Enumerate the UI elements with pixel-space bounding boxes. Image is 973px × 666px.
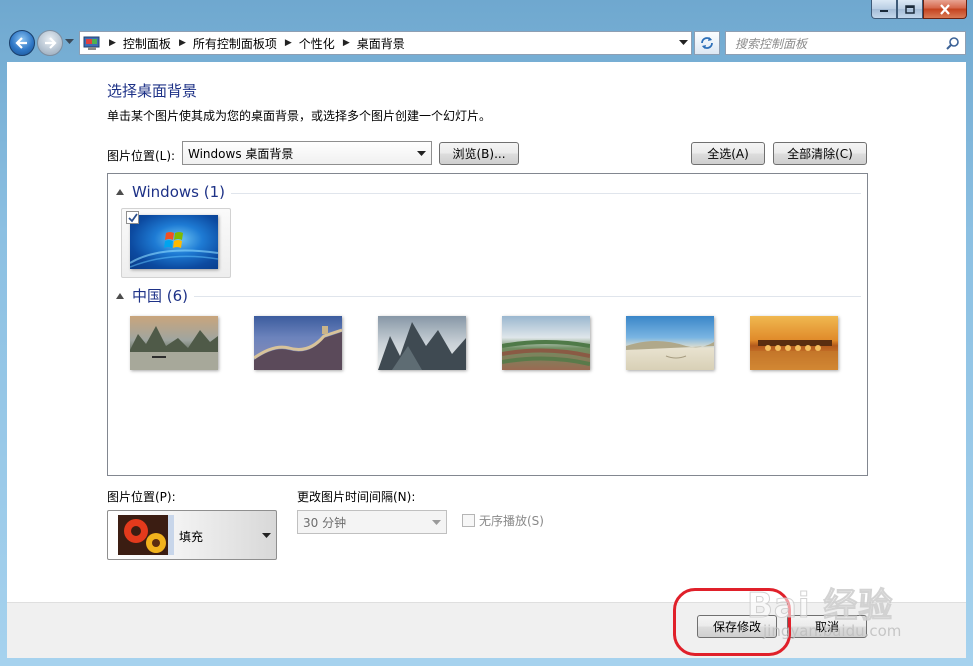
wallpaper-thumbnail-arch-bridge[interactable]	[750, 316, 838, 370]
wallpaper-thumbnail-great-wall[interactable]	[254, 316, 342, 370]
wallpaper-thumbnail-rice-terraces[interactable]	[502, 316, 590, 370]
wallpaper-thumbnail-sand-dunes[interactable]	[626, 316, 714, 370]
arch-bridge-image	[750, 340, 838, 370]
breadcrumb-separator-icon: ▶	[109, 38, 116, 48]
collapse-triangle-icon[interactable]	[116, 189, 124, 195]
back-button[interactable]	[9, 30, 35, 56]
great-wall-image	[254, 326, 342, 370]
picture-location-value: Windows 桌面背景	[188, 146, 294, 161]
group-header-windows[interactable]: Windows (1)	[116, 183, 861, 201]
group-name: 中国 (6)	[132, 287, 189, 305]
main-content: 选择桌面背景 单击某个图片使其成为您的桌面背景，或选择多个图片创建一个幻灯片。 …	[7, 62, 966, 602]
recent-pages-dropdown-icon[interactable]	[65, 39, 74, 45]
karst-river-image	[130, 326, 218, 370]
close-icon	[940, 3, 950, 15]
search-input[interactable]: 搜索控制面板	[725, 31, 966, 55]
checkmark-icon	[127, 212, 138, 222]
cancel-button[interactable]: 取消	[787, 615, 867, 638]
forward-button[interactable]	[37, 30, 63, 56]
group-divider	[194, 296, 861, 297]
maximize-icon	[905, 4, 915, 14]
page-description: 单击某个图片使其成为您的桌面背景，或选择多个图片创建一个幻灯片。	[107, 109, 492, 123]
wallpaper-thumbnail-misty-mountain[interactable]	[378, 316, 466, 370]
windows-7-wallpaper-image	[130, 215, 218, 269]
minimize-button[interactable]	[871, 0, 897, 19]
picture-location-label: 图片位置(L):	[107, 149, 176, 163]
group-divider	[230, 192, 861, 194]
picture-position-value: 填充	[179, 530, 204, 544]
rice-terraces-image	[502, 340, 590, 366]
back-arrow-icon	[15, 37, 27, 49]
breadcrumb-desktop-background[interactable]: 桌面背景	[357, 35, 405, 52]
highlight-annotation	[673, 588, 791, 656]
breadcrumb-all-items[interactable]: 所有控制面板项	[193, 35, 277, 52]
interval-select[interactable]: 30 分钟	[297, 510, 447, 534]
chevron-down-icon	[417, 151, 426, 156]
title-bar	[0, 0, 973, 26]
shuffle-label: 无序播放(S)	[479, 514, 544, 528]
refresh-icon	[701, 37, 713, 49]
wallpaper-gallery[interactable]: Windows (1) 中国 (6)	[107, 173, 868, 476]
minimize-icon	[880, 10, 888, 12]
breadcrumb-separator-icon[interactable]: ▶	[343, 38, 350, 48]
flower-preview-image	[118, 515, 174, 555]
breadcrumb-separator-icon[interactable]: ▶	[179, 38, 186, 48]
search-placeholder: 搜索控制面板	[735, 36, 808, 51]
clear-all-button[interactable]: 全部清除(C)	[773, 142, 867, 165]
close-button[interactable]	[923, 0, 967, 19]
windows-logo-icon	[130, 232, 218, 268]
control-panel-icon	[83, 36, 100, 50]
misty-mountain-image	[378, 322, 466, 370]
maximize-button[interactable]	[897, 0, 923, 19]
interval-value: 30 分钟	[303, 515, 347, 530]
select-all-button[interactable]: 全选(A)	[691, 142, 765, 165]
breadcrumb-control-panel[interactable]: 控制面板	[123, 35, 171, 52]
address-dropdown-icon[interactable]	[679, 40, 688, 46]
group-header-china[interactable]: 中国 (6)	[116, 285, 861, 306]
picture-position-label: 图片位置(P):	[107, 490, 176, 504]
browse-button[interactable]: 浏览(B)...	[439, 142, 519, 165]
breadcrumb-personalization[interactable]: 个性化	[299, 35, 335, 52]
shuffle-option[interactable]: 无序播放(S)	[462, 512, 544, 529]
wallpaper-thumbnail-windows7[interactable]	[121, 208, 231, 278]
chevron-down-icon	[262, 533, 271, 538]
picture-location-select[interactable]: Windows 桌面背景	[182, 141, 432, 165]
page-title: 选择桌面背景	[107, 82, 198, 100]
footer-bar: 保存修改 取消	[7, 602, 966, 658]
breadcrumb-separator-icon[interactable]: ▶	[285, 38, 292, 48]
window-controls	[871, 0, 967, 19]
forward-arrow-icon	[45, 37, 57, 49]
sand-dunes-image	[626, 341, 714, 359]
chevron-down-icon	[432, 520, 441, 525]
interval-label: 更改图片时间间隔(N):	[297, 490, 416, 504]
address-bar[interactable]: ▶ 控制面板 ▶ 所有控制面板项 ▶ 个性化 ▶ 桌面背景	[79, 31, 692, 55]
navigation-bar: ▶ 控制面板 ▶ 所有控制面板项 ▶ 个性化 ▶ 桌面背景 搜索控制面板	[0, 26, 973, 62]
wallpaper-checkbox[interactable]	[126, 211, 139, 224]
picture-position-select[interactable]: 填充	[107, 510, 277, 560]
wallpaper-thumbnail-karst-river[interactable]	[130, 316, 218, 370]
collapse-triangle-icon[interactable]	[116, 292, 124, 299]
refresh-button[interactable]	[694, 31, 720, 55]
search-icon[interactable]	[946, 36, 960, 50]
shuffle-checkbox[interactable]	[462, 514, 475, 527]
group-name: Windows (1)	[132, 183, 225, 201]
